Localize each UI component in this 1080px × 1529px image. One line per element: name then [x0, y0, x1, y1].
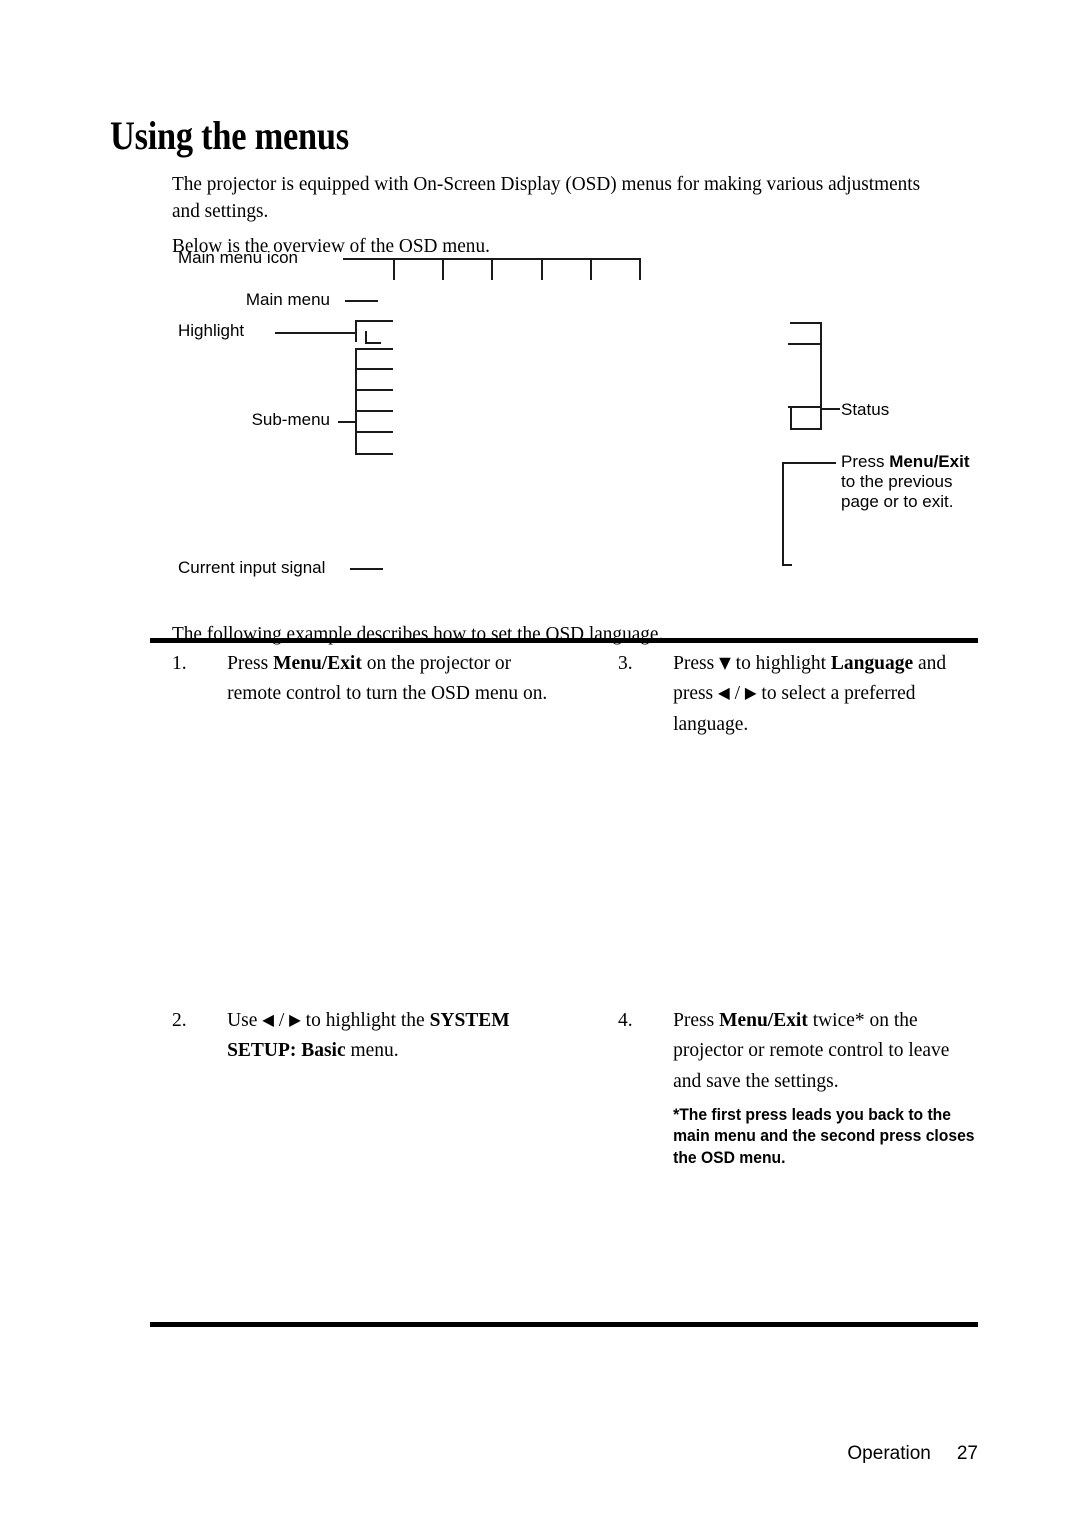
ladder-spine-3	[355, 389, 357, 410]
leader-sub-menu	[338, 421, 356, 423]
step-item-2: 2. Use ◀ / ▶ to highlight the SYSTEM SET…	[172, 1005, 552, 1066]
osd-overview-diagram: Main menu icon Main menu Highlight Sub-m…	[0, 0, 1080, 600]
press-menu-note-tail: to the previous page or to exit.	[841, 471, 954, 511]
status-bracket-second	[788, 343, 822, 345]
step-item-4: 4. Press Menu/Exit twice* on the project…	[618, 1005, 979, 1169]
ladder-spine-4	[355, 410, 357, 431]
arrow-right-icon: ▶	[289, 1010, 301, 1029]
steps-table-top-rule	[150, 638, 978, 643]
status-bracket-top	[790, 322, 822, 324]
arrow-right-icon: ▶	[744, 683, 757, 703]
ladder-rung-3	[355, 389, 393, 391]
step-3-arrow-separator: /	[729, 682, 745, 705]
ladder-spine-2	[355, 368, 357, 389]
diagram-label-current-input-signal: Current input signal	[178, 558, 326, 577]
arrow-down-icon: ▼	[719, 653, 731, 672]
leader-status	[820, 408, 840, 410]
step-1-body: Press Menu/Exit on the projector or remo…	[227, 648, 552, 709]
example-intro-paragraph: The following example describes how to s…	[172, 622, 664, 645]
leader-press-menu-horizontal	[782, 462, 836, 464]
ladder-rung-4	[355, 410, 393, 412]
diagram-label-highlight: Highlight	[178, 321, 245, 340]
step-2-arrow-separator: /	[273, 1009, 290, 1031]
step-4-bold-term: Menu/Exit	[719, 1009, 808, 1031]
diagram-label-status: Status	[841, 400, 890, 419]
step-4-footnote: *The first press leads you back to the m…	[673, 1105, 975, 1167]
step-3-bold-term: Language	[830, 652, 914, 674]
footer-page-number: 27	[956, 1443, 978, 1464]
leader-tick-icon-2	[442, 258, 444, 280]
press-menu-note-bold-1: Menu/	[889, 452, 939, 471]
step-1-bold-term: Menu/Exit	[273, 652, 362, 674]
status-bracket-top-stem	[820, 322, 822, 344]
highlight-marker-vertical	[365, 331, 367, 343]
steps-table-bottom-rule	[150, 1322, 978, 1327]
intro-paragraph-1: The projector is equipped with On-Screen…	[172, 172, 921, 222]
leader-main-menu	[345, 300, 378, 302]
diagram-label-press-menu-exit-note: Press Menu/Exit to the previous page or …	[841, 452, 971, 512]
step-2-body: Use ◀ / ▶ to highlight the SYSTEM SETUP:…	[227, 1005, 552, 1066]
step-4-body: Press Menu/Exit twice* on the projector …	[673, 1005, 979, 1169]
step-4-number: 4.	[618, 1009, 633, 1031]
leader-tick-icon-6	[639, 258, 641, 280]
press-menu-note-lead: Press	[841, 452, 890, 471]
ladder-rung-2	[355, 368, 393, 370]
page-footer: Operation 27	[0, 1443, 978, 1465]
step-3-text-before: Press	[673, 652, 720, 674]
page-title: Using the menus	[110, 112, 349, 158]
step-item-3: 3. Press ▼ to highlight Language and pre…	[618, 648, 979, 739]
step-3-number: 3.	[618, 652, 633, 674]
leader-tick-icon-1	[393, 258, 395, 280]
ladder-rung-1	[355, 348, 393, 350]
step-1-number: 1.	[172, 652, 187, 674]
arrow-left-icon: ◀	[262, 1010, 274, 1029]
leader-press-menu-vertical	[782, 462, 784, 566]
leader-tick-icon-3	[491, 258, 493, 280]
step-2-text-after: menu.	[345, 1039, 399, 1062]
ladder-rung-5	[355, 431, 393, 433]
ladder-spine-upper	[355, 320, 357, 342]
step-2-number: 2.	[172, 1009, 187, 1031]
diagram-label-sub-menu: Sub-menu	[251, 410, 330, 429]
footer-section-name: Operation	[847, 1443, 931, 1464]
status-bracket-spine	[820, 343, 822, 428]
step-2-text-mid: to highlight the	[300, 1009, 430, 1031]
step-1-text-before: Press	[227, 652, 274, 674]
ladder-spine-1	[355, 348, 357, 368]
step-4-text-before: Press	[673, 1009, 720, 1031]
leader-tick-icon-4	[541, 258, 543, 280]
ladder-rung-6	[355, 453, 393, 455]
highlight-marker-horizontal	[365, 342, 381, 344]
arrow-left-icon: ◀	[718, 683, 730, 703]
leader-press-menu-foot	[782, 564, 792, 566]
ladder-spine-5	[355, 431, 357, 455]
status-bracket-third	[788, 406, 822, 408]
step-2-text-before: Use	[227, 1009, 263, 1031]
status-bracket-bottom	[790, 428, 822, 430]
leader-tick-icon-5	[590, 258, 592, 280]
diagram-label-main-menu: Main menu	[245, 290, 330, 309]
ladder-rung-0	[355, 320, 393, 322]
step-3-text-mid: to highlight	[730, 652, 831, 674]
status-bracket-bottom-stem	[790, 406, 792, 429]
step-3-body: Press ▼ to highlight Language and press …	[673, 648, 979, 739]
leader-current-input-signal	[350, 568, 383, 570]
leader-highlight	[275, 332, 355, 334]
intro-paragraph-2: Below is the overview of the OSD menu.	[172, 234, 490, 257]
press-menu-note-bold-2: Exit	[938, 452, 970, 471]
step-item-1: 1. Press Menu/Exit on the projector or r…	[172, 648, 552, 709]
